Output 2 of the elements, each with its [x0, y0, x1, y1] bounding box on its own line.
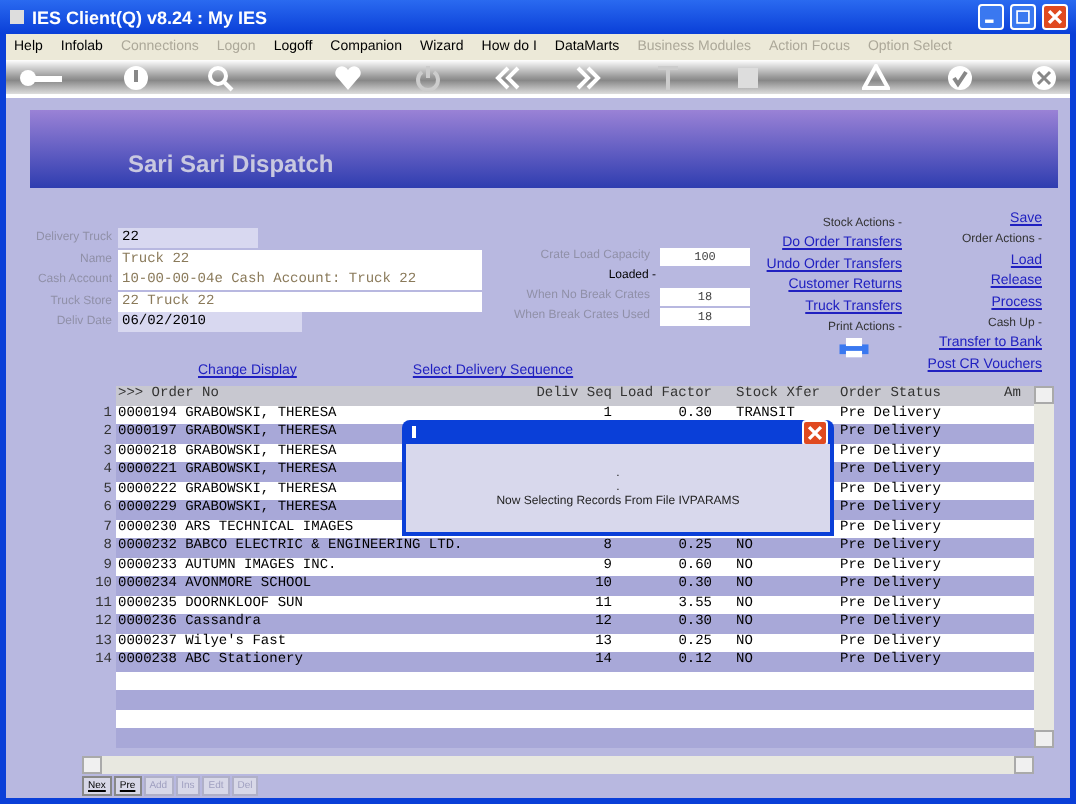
page-title: Sari Sari Dispatch — [128, 150, 334, 178]
window-title: IES Client(Q) v8.24 : My IES — [32, 7, 270, 27]
